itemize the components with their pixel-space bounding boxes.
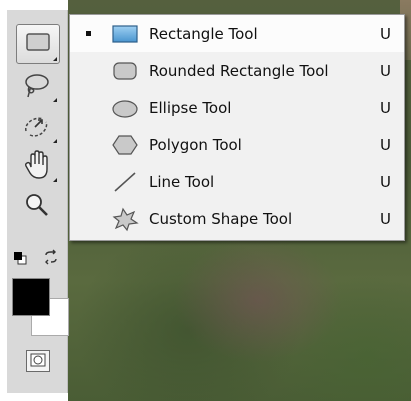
menu-item-label: Polygon Tool [149, 135, 242, 154]
menu-item-rounded-rectangle-tool[interactable]: Rounded Rectangle Tool U [70, 52, 404, 89]
flyout-indicator [53, 98, 57, 102]
quick-selection-icon [21, 111, 53, 145]
menu-item-shortcut: U [380, 24, 391, 43]
menu-item-label: Rectangle Tool [149, 24, 258, 43]
polygon-icon [108, 126, 142, 163]
menu-item-label: Ellipse Tool [149, 98, 232, 117]
quick-selection-tool-button[interactable] [15, 111, 59, 145]
zoom-tool-button[interactable] [15, 190, 59, 224]
custom-shape-icon [108, 200, 142, 237]
menu-item-label: Rounded Rectangle Tool [149, 61, 329, 80]
lasso-tool-button[interactable] [15, 70, 59, 104]
quick-mask-icon [30, 352, 46, 371]
menu-item-rectangle-tool[interactable]: Rectangle Tool U [70, 15, 404, 52]
menu-item-shortcut: U [380, 209, 391, 228]
rounded-rectangle-icon [108, 52, 142, 89]
menu-item-shortcut: U [380, 61, 391, 80]
shape-tools-flyout-menu: Rectangle Tool U Rounded Rectangle Tool … [69, 14, 405, 241]
quick-mask-button[interactable] [26, 350, 50, 372]
menu-item-ellipse-tool[interactable]: Ellipse Tool U [70, 89, 404, 126]
menu-item-shortcut: U [380, 135, 391, 154]
menu-item-label: Line Tool [149, 172, 215, 191]
selected-bullet-icon [86, 31, 91, 36]
menu-item-polygon-tool[interactable]: Polygon Tool U [70, 126, 404, 163]
magnifier-icon [23, 191, 51, 223]
flyout-indicator [53, 139, 57, 143]
flyout-indicator [53, 57, 57, 61]
menu-item-shortcut: U [380, 172, 391, 191]
menu-item-label: Custom Shape Tool [149, 209, 293, 228]
rectangle-tool-button[interactable] [16, 24, 60, 64]
menu-item-line-tool[interactable]: Line Tool U [70, 163, 404, 200]
menu-item-shortcut: U [380, 98, 391, 117]
rectangle-icon [108, 15, 142, 52]
hand-icon [22, 149, 52, 185]
lasso-icon [21, 70, 53, 104]
swap-colors-icon[interactable] [43, 249, 59, 269]
default-colors-icon[interactable] [13, 250, 27, 269]
menu-item-custom-shape-tool[interactable]: Custom Shape Tool U [70, 200, 404, 237]
rectangle-tool-icon [25, 32, 51, 56]
hand-tool-button[interactable] [15, 150, 59, 184]
foreground-color-swatch[interactable] [12, 278, 50, 316]
ellipse-icon [108, 89, 142, 126]
line-icon [108, 163, 142, 200]
flyout-indicator [53, 178, 57, 182]
